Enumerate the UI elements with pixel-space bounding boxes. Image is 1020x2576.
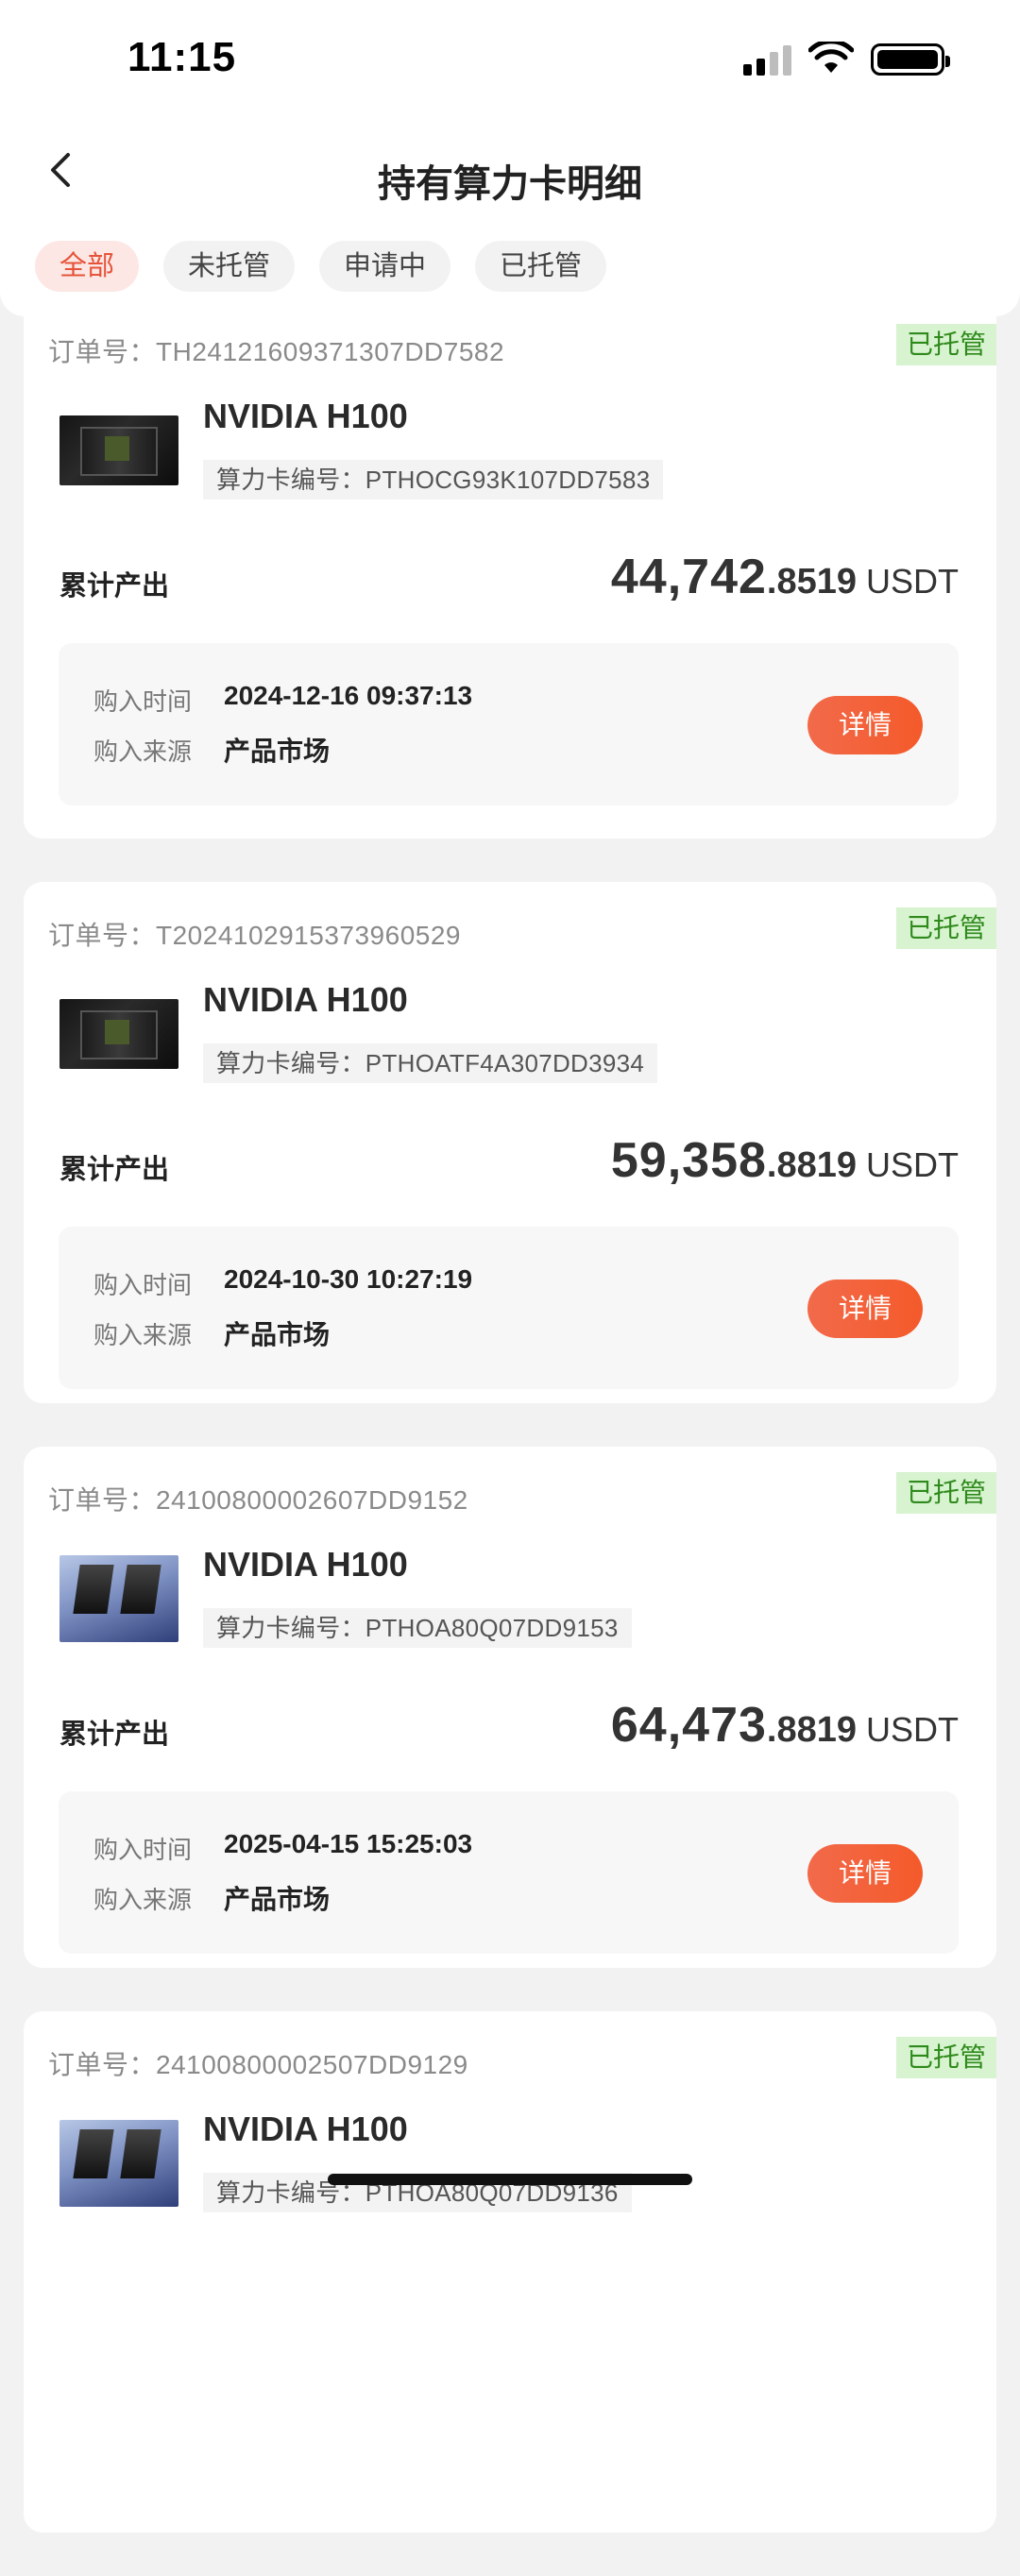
status-badge: 已托管	[896, 324, 996, 365]
card-number: 算力卡编号：PTHOA80Q07DD9153	[203, 1608, 632, 1648]
compute-card: 订单号：TH24121609371307DD7582 已托管 NVIDIA H1…	[24, 316, 996, 839]
order-number: 订单号：24100800002607DD9152	[48, 1485, 468, 1515]
cumulative-output-label: 累计产出	[60, 571, 170, 602]
home-indicator[interactable]	[328, 2174, 692, 2185]
amount-decimal: .8519	[766, 562, 857, 602]
purchase-time-label: 购入时间	[94, 687, 193, 716]
purchase-time-label: 购入时间	[94, 1271, 193, 1299]
purchase-info: 购入时间 2024-12-16 09:37:13 购入来源 产品市场 详情	[59, 643, 959, 805]
tab-hosted[interactable]: 已托管	[475, 241, 607, 292]
product-name: NVIDIA H100	[203, 1545, 408, 1584]
amount-unit: USDT	[866, 1710, 959, 1749]
tab-applying[interactable]: 申请中	[319, 241, 451, 292]
cumulative-output-label: 累计产出	[60, 1720, 170, 1750]
wifi-icon	[808, 42, 854, 73]
product-image	[60, 2120, 178, 2207]
amount-decimal: .8819	[766, 1710, 857, 1750]
purchase-source-value: 产品市场	[224, 737, 331, 766]
product-name: NVIDIA H100	[203, 397, 408, 435]
amount-decimal: .8819	[766, 1145, 857, 1185]
product-name: NVIDIA H100	[203, 980, 408, 1019]
battery-icon	[871, 43, 950, 76]
purchase-info: 购入时间 2024-10-30 10:27:19 购入来源 产品市场 详情	[59, 1227, 959, 1389]
purchase-source-value: 产品市场	[224, 1885, 331, 1914]
tab-all[interactable]: 全部	[35, 241, 140, 292]
status-badge: 已托管	[896, 907, 996, 949]
purchase-time-value: 2025-04-15 15:25:03	[224, 1829, 473, 1858]
order-number: 订单号：T2024102915373960529	[48, 921, 461, 950]
cumulative-output-amount: 59,358.8819 USDT	[611, 1132, 959, 1189]
tab-not-hosted[interactable]: 未托管	[163, 241, 296, 292]
purchase-time-label: 购入时间	[94, 1836, 193, 1864]
status-badge: 已托管	[896, 1472, 996, 1514]
detail-button[interactable]: 详情	[808, 1844, 923, 1903]
page-header: 持有算力卡明细 全部 未托管 申请中 已托管	[0, 123, 1020, 316]
status-icons	[743, 42, 950, 76]
signal-icon	[743, 43, 791, 76]
purchase-source-label: 购入来源	[94, 1886, 193, 1914]
detail-button[interactable]: 详情	[808, 1280, 923, 1338]
amount-integer: 44,742	[610, 550, 767, 604]
cumulative-output-label: 累计产出	[60, 1155, 170, 1185]
compute-card: 订单号：24100800002507DD9129 已托管 NVIDIA H100…	[24, 2011, 996, 2533]
status-bar: 11:15	[0, 0, 1020, 123]
compute-card: 订单号：24100800002607DD9152 已托管 NVIDIA H100…	[24, 1447, 996, 1968]
amount-integer: 59,358	[610, 1133, 767, 1188]
page-title: 持有算力卡明细	[378, 163, 642, 205]
cumulative-output-amount: 44,742.8519 USDT	[611, 549, 959, 605]
status-time: 11:15	[128, 34, 237, 80]
amount-integer: 64,473	[610, 1698, 767, 1753]
compute-card: 订单号：T2024102915373960529 已托管 NVIDIA H100…	[24, 882, 996, 1403]
purchase-info: 购入时间 2025-04-15 15:25:03 购入来源 产品市场 详情	[59, 1791, 959, 1954]
card-list: 订单号：TH24121609371307DD7582 已托管 NVIDIA H1…	[24, 316, 996, 2576]
detail-button[interactable]: 详情	[808, 696, 923, 754]
product-image	[60, 999, 178, 1069]
purchase-time-value: 2024-10-30 10:27:19	[224, 1264, 473, 1294]
filter-tabs: 全部 未托管 申请中 已托管	[35, 241, 607, 292]
order-number: 订单号：TH24121609371307DD7582	[48, 337, 505, 366]
order-number: 订单号：24100800002507DD9129	[48, 2050, 468, 2079]
product-name: NVIDIA H100	[203, 2110, 408, 2148]
product-image	[60, 1555, 178, 1642]
amount-unit: USDT	[866, 1145, 959, 1184]
card-number: 算力卡编号：PTHOCG93K107DD7583	[203, 460, 664, 500]
purchase-source-value: 产品市场	[224, 1320, 331, 1349]
purchase-time-value: 2024-12-16 09:37:13	[224, 681, 473, 710]
card-number: 算力卡编号：PTHOATF4A307DD3934	[203, 1043, 658, 1083]
amount-unit: USDT	[866, 562, 959, 601]
status-badge: 已托管	[896, 2037, 996, 2078]
cumulative-output-amount: 64,473.8819 USDT	[611, 1697, 959, 1754]
purchase-source-label: 购入来源	[94, 1321, 193, 1349]
purchase-source-label: 购入来源	[94, 737, 193, 766]
product-image	[60, 415, 178, 485]
